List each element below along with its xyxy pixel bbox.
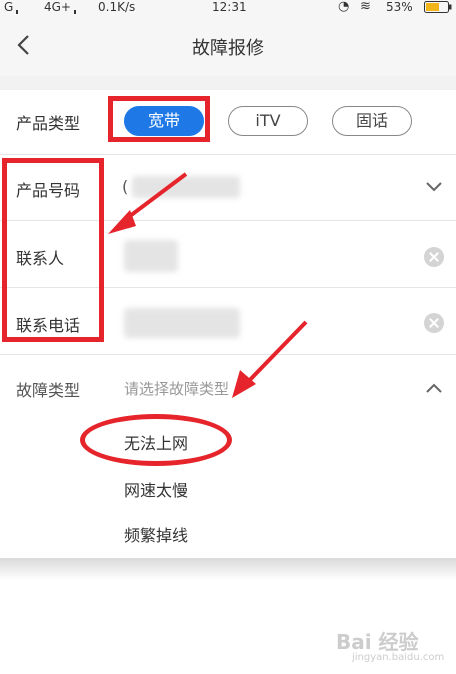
watermark-logo: Bai 经验	[336, 630, 419, 654]
annotation-arrow-2	[242, 320, 308, 388]
annotation-arrow-2-head	[232, 370, 256, 398]
annotation-arrows	[108, 172, 308, 398]
watermark-url: jingyan.baidu.com	[352, 652, 445, 663]
